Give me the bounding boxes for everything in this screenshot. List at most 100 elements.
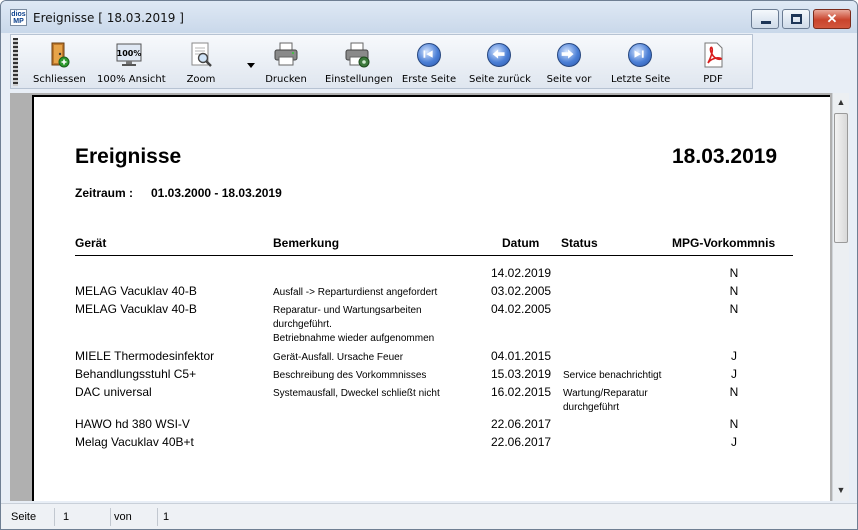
first-page-button[interactable]: Erste Seite xyxy=(401,41,457,87)
vertical-scrollbar[interactable]: ▲ ▼ xyxy=(832,93,849,501)
pdf-button[interactable]: PDF xyxy=(695,41,731,87)
status-bar: Seite 1 von 1 xyxy=(1,503,857,529)
zoom-100-icon: 100% xyxy=(116,43,142,66)
row-mpg: N xyxy=(729,417,739,431)
current-page: 1 xyxy=(61,508,111,526)
report-window: dios MP Ereignisse [ 18.03.2019 ] ✕ Schl… xyxy=(0,0,858,530)
app-icon-line-1: dios xyxy=(11,11,26,18)
zoom-100-label: 100% Ansicht xyxy=(97,74,166,85)
last-page-glyph xyxy=(634,50,644,58)
close-icon: ✕ xyxy=(826,11,838,26)
row-remark-line: Betriebnahme wieder aufgenommen xyxy=(273,333,435,344)
previous-page-glyph xyxy=(492,49,505,59)
next-page-label: Seite vor xyxy=(546,74,592,85)
minimize-icon xyxy=(761,21,771,24)
zoom-label: Zoom xyxy=(186,74,216,85)
next-page-icon xyxy=(557,43,581,67)
row-mpg: N xyxy=(729,385,739,399)
row-status-line: Service benachrichtigt xyxy=(563,370,662,381)
title-bar[interactable]: dios MP Ereignisse [ 18.03.2019 ] ✕ xyxy=(1,1,857,33)
of-label: von xyxy=(112,508,158,526)
door-exit-icon xyxy=(51,42,70,68)
zoom-100-icon-text: 100% xyxy=(117,49,142,58)
maximize-button[interactable] xyxy=(782,9,810,29)
row-remark-line: Gerät-Ausfall. Ursache Feuer xyxy=(273,352,404,363)
first-page-label: Erste Seite xyxy=(401,74,457,85)
next-page-button[interactable]: Seite vor xyxy=(543,41,595,87)
print-label: Drucken xyxy=(265,74,307,85)
row-remark-line: Reparatur- und Wartungsarbeiten xyxy=(273,305,422,316)
header-divider xyxy=(75,255,793,256)
previous-page-label: Seite zurück xyxy=(469,74,531,85)
row-date: 14.02.2019 xyxy=(491,266,552,280)
first-page-glyph xyxy=(423,50,433,58)
row-date: 16.02.2015 xyxy=(491,385,552,399)
row-date: 22.06.2017 xyxy=(491,417,552,431)
toolbar-grip[interactable] xyxy=(13,38,18,86)
row-remark-line: Systemausfall, Dweckel schließt nicht xyxy=(273,388,440,399)
row-date: 22.06.2017 xyxy=(491,435,552,449)
period-label: Zeitraum : xyxy=(75,186,134,200)
row-date: 04.02.2005 xyxy=(491,302,552,316)
report-title: Ereignisse xyxy=(75,145,182,168)
header-date: Datum xyxy=(502,236,540,250)
settings-label: Einstellungen xyxy=(325,74,393,85)
settings-button[interactable]: Einstellungen xyxy=(325,41,393,87)
zoom-icon xyxy=(191,42,212,67)
preview-area[interactable]: Ereignisse 18.03.2019 Zeitraum : 01.03.2… xyxy=(10,93,848,501)
row-mpg: J xyxy=(731,367,737,381)
row-date: 03.02.2005 xyxy=(491,284,552,298)
row-remark-line: durchgeführt. xyxy=(273,319,332,330)
close-report-button[interactable]: Schliessen xyxy=(33,41,86,87)
header-mpg: MPG-Vorkommnis xyxy=(672,236,776,250)
zoom-100-button[interactable]: 100% 100% Ansicht xyxy=(97,41,166,87)
row-mpg: J xyxy=(731,349,737,363)
previous-page-button[interactable]: Seite zurück xyxy=(469,41,531,87)
header-status: Status xyxy=(561,236,598,250)
row-device: MELAG Vacuklav 40-B xyxy=(75,302,197,316)
toolbar: Schliessen 100% 100% Ansicht Zoom Drucke… xyxy=(10,34,753,89)
minimize-button[interactable] xyxy=(751,9,779,29)
pdf-icon xyxy=(704,42,723,68)
row-status-line: durchgeführt xyxy=(563,402,620,413)
page-label: Seite xyxy=(9,508,55,526)
printer-settings-icon xyxy=(345,42,370,68)
row-date: 04.01.2015 xyxy=(491,349,552,363)
row-mpg: N xyxy=(729,302,739,316)
period-value: 01.03.2000 - 18.03.2019 xyxy=(151,186,282,200)
row-mpg: J xyxy=(731,435,737,449)
pdf-label: PDF xyxy=(703,74,723,85)
app-icon: dios MP xyxy=(10,9,27,26)
scroll-down-icon[interactable]: ▼ xyxy=(836,485,846,495)
row-remark-line: Beschreibung des Vorkommnisses xyxy=(273,370,427,381)
header-device: Gerät xyxy=(75,236,107,250)
close-button[interactable]: ✕ xyxy=(813,9,851,29)
row-device: Behandlungsstuhl C5+ xyxy=(75,367,197,381)
zoom-button[interactable]: Zoom xyxy=(179,41,223,87)
row-device: HAWO hd 380 WSI-V xyxy=(75,417,190,431)
row-mpg: N xyxy=(729,266,739,280)
previous-page-icon xyxy=(487,43,511,67)
app-icon-line-2: MP xyxy=(13,18,24,25)
first-page-icon xyxy=(417,43,441,67)
next-page-glyph xyxy=(561,49,574,59)
last-page-button[interactable]: Letzte Seite xyxy=(611,41,671,87)
last-page-label: Letzte Seite xyxy=(611,74,671,85)
row-device: Melag Vacuklav 40B+t xyxy=(75,435,194,449)
zoom-dropdown-arrow[interactable] xyxy=(247,63,255,68)
row-device: MIELE Thermodesinfektor xyxy=(75,349,215,363)
scroll-up-icon[interactable]: ▲ xyxy=(836,97,846,107)
row-device: DAC universal xyxy=(75,385,152,399)
row-status-line: Wartung/Reparatur xyxy=(563,388,648,399)
header-remark: Bemerkung xyxy=(273,236,340,250)
close-report-label: Schliessen xyxy=(33,74,86,85)
printer-icon xyxy=(274,42,298,66)
total-pages: 1 xyxy=(163,511,170,523)
print-button[interactable]: Drucken xyxy=(261,41,311,87)
last-page-icon xyxy=(628,43,652,67)
row-mpg: N xyxy=(729,284,739,298)
maximize-icon xyxy=(791,14,802,24)
scroll-thumb[interactable] xyxy=(834,113,848,243)
row-device: MELAG Vacuklav 40-B xyxy=(75,284,197,298)
row-remark-line: Ausfall -> Reparturdienst angefordert xyxy=(273,287,438,298)
